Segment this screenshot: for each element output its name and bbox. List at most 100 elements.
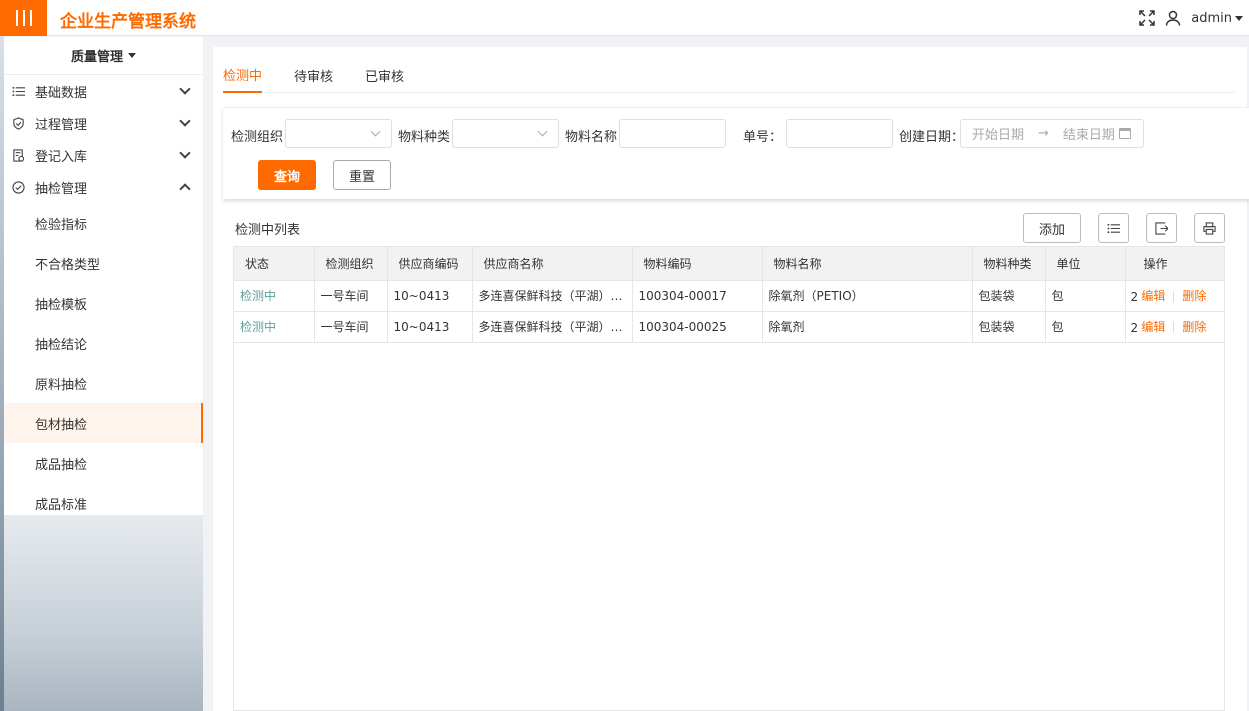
material-code-cell: 100304-00025 [632, 311, 763, 343]
divider [1173, 322, 1175, 333]
username: admin [1191, 10, 1232, 26]
material-code-cell: 100304-00017 [632, 280, 763, 312]
main-content: 检测中 待审核 已审核 检测组织 物料种类 物料名称 单号： 创建日期： 开始日… [213, 47, 1249, 711]
sidebar-module-label: 质量管理 [70, 50, 123, 65]
column-header[interactable]: 物料编码 [632, 247, 763, 281]
operations-cell: 2 编辑 删除 [1125, 311, 1225, 343]
date-start-placeholder: 开始日期 [972, 128, 1025, 143]
print-button[interactable] [1194, 213, 1225, 243]
chevron-down-icon [179, 115, 191, 127]
column-header[interactable]: 状态 [234, 247, 315, 281]
query-button[interactable]: 查询 [258, 160, 316, 190]
column-header[interactable]: 单位 [1045, 247, 1126, 281]
unit-cell: 包 [1045, 311, 1126, 343]
delete-link[interactable]: 删除 [1182, 289, 1206, 303]
sidebar-subitem[interactable]: 检验指标 [4, 203, 203, 243]
sidebar-item-sampling[interactable]: 抽检管理 [4, 171, 203, 203]
add-button[interactable]: 添加 [1023, 213, 1081, 243]
column-header: 操作 [1125, 247, 1225, 281]
top-bar: 企业生产管理系统 admin [0, 0, 1249, 36]
printer-icon [1203, 221, 1216, 235]
category-cell: 包装袋 [972, 280, 1046, 312]
supplier-name-cell: 多连喜保鲜科技（平湖）有限公司 [472, 280, 633, 312]
operations-cell: 2 编辑 删除 [1125, 280, 1225, 312]
org-select[interactable] [285, 119, 392, 148]
supplier-code-cell: 10~0413 [387, 311, 473, 343]
column-header[interactable]: 物料名称 [762, 247, 973, 281]
date-range-picker[interactable]: 开始日期 → 结束日期 [960, 119, 1144, 148]
chevron-down-icon [370, 126, 381, 137]
clipboard-icon [10, 147, 26, 163]
status-cell: 检测中 [234, 311, 315, 343]
sidebar-module-selector[interactable]: 质量管理 [4, 37, 203, 75]
table-row[interactable]: 检测中 一号车间 10~0413 多连喜保鲜科技（平湖）有限公司 100304-… [234, 280, 1225, 312]
supplier-name-cell: 多连喜保鲜科技（平湖）有限公司 [472, 311, 633, 343]
date-arrow: → [1038, 126, 1049, 141]
material-name-cell: 除氧剂（PETIO） [762, 280, 973, 312]
table-row[interactable]: 检测中 一号车间 10~0413 多连喜保鲜科技（平湖）有限公司 100304-… [234, 311, 1225, 343]
org-label: 检测组织 [231, 130, 284, 145]
chevron-up-icon [179, 183, 191, 195]
user-icon[interactable] [1165, 10, 1181, 26]
app-title: 企业生产管理系统 [60, 12, 196, 32]
list-icon [10, 83, 26, 99]
sidebar-subitem[interactable]: 成品抽检 [4, 443, 203, 483]
fullscreen-icon[interactable] [1139, 10, 1156, 26]
sidebar-item-label: 过程管理 [35, 117, 88, 133]
sidebar-subitem-active[interactable]: 包材抽检 [4, 403, 203, 443]
sidebar-subitem[interactable]: 不合格类型 [4, 243, 203, 283]
filter-panel: 检测组织 物料种类 物料名称 单号： 创建日期： 开始日期 → 结束日期 查询 … [223, 107, 1249, 199]
delete-link[interactable]: 删除 [1182, 320, 1206, 334]
category-cell: 包装袋 [972, 311, 1046, 343]
divider [1173, 291, 1175, 302]
truncated-text: 2 [1130, 289, 1138, 304]
shield-icon [10, 115, 26, 131]
sidebar-subitem[interactable]: 抽检结论 [4, 323, 203, 363]
tab-testing[interactable]: 检测中 [223, 57, 263, 93]
number-label: 单号： [743, 130, 783, 145]
user-menu[interactable]: admin [1191, 11, 1243, 26]
tab-pending-review[interactable]: 待审核 [294, 57, 333, 93]
column-header[interactable]: 物料种类 [972, 247, 1046, 281]
number-input[interactable] [786, 119, 893, 148]
reset-button[interactable]: 重置 [333, 160, 391, 190]
org-cell: 一号车间 [314, 280, 388, 312]
edit-link[interactable]: 编辑 [1141, 289, 1165, 303]
date-end-placeholder: 结束日期 [1062, 128, 1115, 143]
edit-link[interactable]: 编辑 [1141, 320, 1165, 334]
material-name-cell: 除氧剂 [762, 311, 973, 343]
export-button[interactable] [1146, 213, 1177, 243]
sidebar: 质量管理 基础数据 过程管理 登记入库 抽检管理 检验指标 不合格类型 抽检模板… [4, 37, 203, 515]
sidebar-background [4, 515, 203, 711]
sidebar-item-registration[interactable]: 登记入库 [4, 139, 203, 171]
chevron-down-icon [537, 126, 548, 137]
sidebar-subitem[interactable]: 抽检模板 [4, 283, 203, 323]
data-table: 状态 检测组织 供应商编码 供应商名称 物料编码 物料名称 物料种类 单位 操作… [233, 246, 1225, 711]
table-header-row: 状态 检测组织 供应商编码 供应商名称 物料编码 物料名称 物料种类 单位 操作 [234, 247, 1225, 281]
sidebar-item-basic-data[interactable]: 基础数据 [4, 75, 203, 107]
sidebar-item-label: 登记入库 [35, 149, 88, 165]
menu-toggle-button[interactable] [0, 0, 47, 36]
tab-reviewed[interactable]: 已审核 [365, 57, 404, 93]
list-icon [1107, 223, 1120, 233]
sidebar-subitem[interactable]: 原料抽检 [4, 363, 203, 403]
material-name-input[interactable] [619, 119, 726, 148]
caret-down-icon [1235, 15, 1243, 21]
columns-button[interactable] [1098, 213, 1129, 243]
column-header[interactable]: 检测组织 [314, 247, 388, 281]
calendar-icon [1119, 128, 1131, 139]
list-title: 检测中列表 [235, 223, 301, 238]
menu-icon [15, 10, 32, 26]
category-label: 物料种类 [398, 130, 451, 145]
tab-bar: 检测中 待审核 已审核 [223, 57, 1235, 93]
column-header[interactable]: 供应商名称 [472, 247, 633, 281]
export-icon [1155, 221, 1168, 235]
caret-down-icon [128, 53, 136, 58]
sidebar-item-process[interactable]: 过程管理 [4, 107, 203, 139]
column-header[interactable]: 供应商编码 [387, 247, 473, 281]
date-label: 创建日期： [899, 130, 965, 145]
category-select[interactable] [452, 119, 559, 148]
chevron-down-icon [179, 147, 191, 159]
status-cell: 检测中 [234, 280, 315, 312]
sidebar-item-label: 基础数据 [35, 85, 88, 101]
